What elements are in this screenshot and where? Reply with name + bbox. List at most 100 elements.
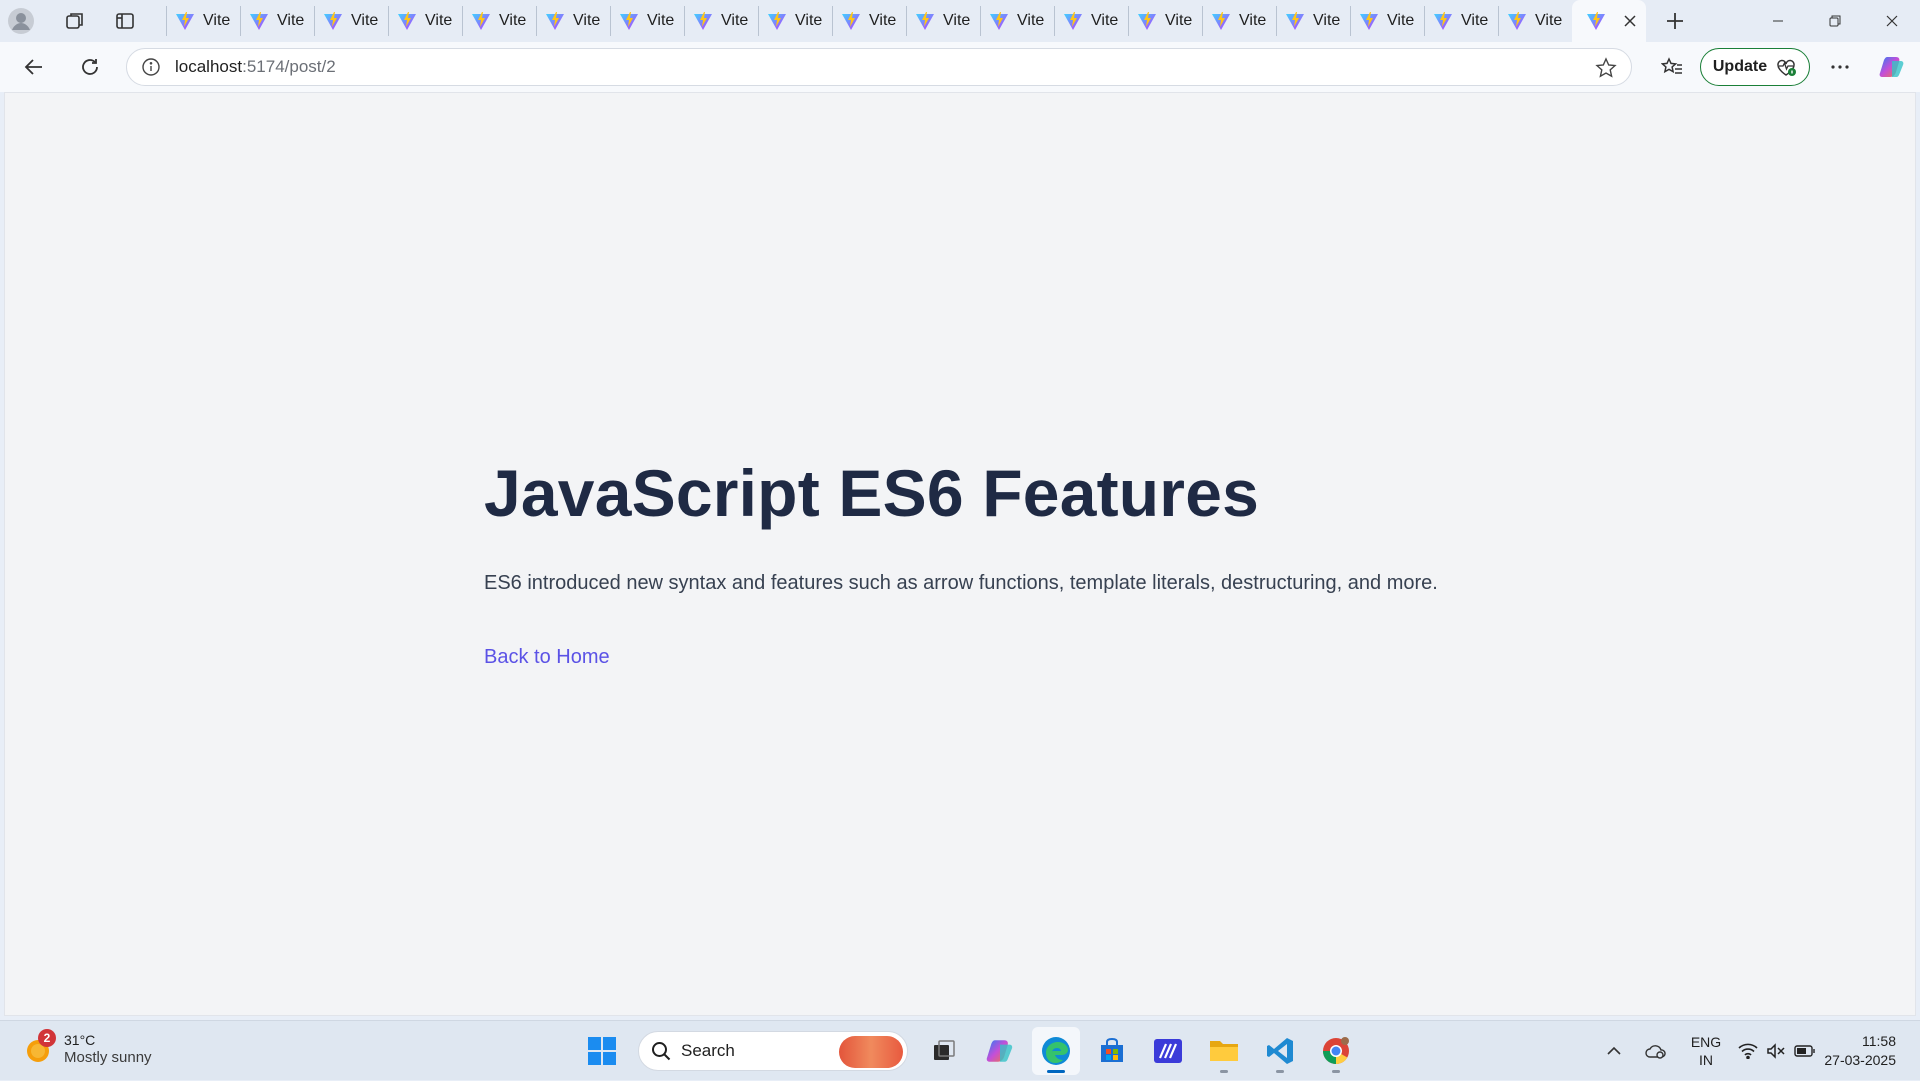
- weather-text: 31°C Mostly sunny: [64, 1031, 152, 1067]
- vite-logo-icon: [175, 11, 195, 31]
- refresh-button[interactable]: [68, 47, 112, 87]
- tab-title: Vite: [795, 12, 823, 29]
- running-indicator: [1276, 1070, 1284, 1073]
- workspaces-button[interactable]: [54, 0, 96, 42]
- browser-tab[interactable]: Vite: [1202, 6, 1276, 36]
- minimize-button[interactable]: [1749, 0, 1806, 42]
- browser-tab[interactable]: Vite: [240, 6, 314, 36]
- favorites-list-icon: [1661, 57, 1682, 74]
- active-indicator: [1047, 1070, 1065, 1073]
- language-indicator[interactable]: ENG IN: [1678, 1021, 1734, 1081]
- browser-tab[interactable]: Vite: [1498, 6, 1572, 36]
- site-info-button[interactable]: [127, 57, 175, 77]
- restore-button[interactable]: [1806, 0, 1863, 42]
- show-hidden-icons-button[interactable]: [1594, 1021, 1634, 1081]
- copilot-button[interactable]: [1870, 47, 1914, 87]
- vite-logo-icon: [1211, 11, 1231, 31]
- onedrive-button[interactable]: [1634, 1021, 1678, 1081]
- vscode-taskbar-button[interactable]: [1256, 1027, 1304, 1075]
- browser-tab[interactable]: Vite: [906, 6, 980, 36]
- cloud-sync-icon: [1645, 1045, 1666, 1059]
- browser-tab-active[interactable]: [1572, 0, 1646, 42]
- favorites-button[interactable]: [1650, 47, 1694, 87]
- taskbar-search[interactable]: Search: [638, 1031, 908, 1071]
- tab-title: Vite: [721, 12, 749, 29]
- browser-tab[interactable]: Vite: [980, 6, 1054, 36]
- tab-title: Vite: [1091, 12, 1119, 29]
- store-taskbar-button[interactable]: [1088, 1027, 1136, 1075]
- tab-actions-button[interactable]: [104, 0, 146, 42]
- tab-title: Vite: [1165, 12, 1193, 29]
- vite-logo-icon: [545, 11, 565, 31]
- vite-logo-icon: [1507, 11, 1527, 31]
- close-window-button[interactable]: [1863, 0, 1920, 42]
- browser-tab[interactable]: Vite: [388, 6, 462, 36]
- browser-toolbar: localhost:5174/post/2 Update: [0, 42, 1920, 92]
- copilot-taskbar-button[interactable]: [976, 1027, 1024, 1075]
- vite-logo-icon: [1285, 11, 1305, 31]
- new-tab-button[interactable]: [1654, 0, 1696, 42]
- vite-logo-icon: [693, 11, 713, 31]
- tab-title: Vite: [351, 12, 379, 29]
- browser-tab[interactable]: Vite: [166, 6, 240, 36]
- browser-tab[interactable]: Vite: [832, 6, 906, 36]
- windows-taskbar: 2 31°C Mostly sunny Search ENG IN 11:58 …: [0, 1020, 1920, 1080]
- chevron-up-icon: [1607, 1046, 1621, 1055]
- favorite-star-button[interactable]: [1595, 57, 1617, 84]
- weather-widget[interactable]: 2 31°C Mostly sunny: [24, 1029, 152, 1067]
- tab-title: Vite: [277, 12, 305, 29]
- start-button[interactable]: [578, 1027, 626, 1075]
- file-explorer-taskbar-button[interactable]: [1200, 1027, 1248, 1075]
- clock[interactable]: 11:58 27-03-2025: [1820, 1021, 1920, 1081]
- post-body: ES6 introduced new syntax and features s…: [484, 572, 1438, 594]
- edge-taskbar-button[interactable]: [1032, 1027, 1080, 1075]
- browser-tab[interactable]: Vite: [462, 6, 536, 36]
- tab-title: Vite: [1387, 12, 1415, 29]
- browser-tab[interactable]: Vite: [684, 6, 758, 36]
- search-placeholder: Search: [681, 1041, 735, 1060]
- arrow-left-icon: [24, 59, 42, 75]
- windows-logo-icon: [588, 1037, 616, 1065]
- chrome-taskbar-button[interactable]: [1312, 1027, 1360, 1075]
- weather-badge: 2: [38, 1029, 56, 1047]
- plus-icon: [1667, 13, 1683, 29]
- page-viewport: JavaScript ES6 Features ES6 introduced n…: [4, 92, 1916, 1016]
- wifi-icon: [1738, 1043, 1758, 1059]
- more-options-button[interactable]: [1818, 47, 1862, 87]
- browser-tab[interactable]: Vite: [1276, 6, 1350, 36]
- close-tab-button[interactable]: [1624, 15, 1636, 27]
- profile-icon: [8, 8, 34, 34]
- info-icon: [142, 58, 160, 76]
- back-to-home-link[interactable]: Back to Home: [484, 643, 610, 671]
- tab-strip: Vite Vite Vite Vite Vite Vite Vite Vite Vite Vite…: [0, 0, 1920, 42]
- update-button[interactable]: Update: [1700, 48, 1810, 86]
- quick-settings-button[interactable]: [1734, 1021, 1820, 1081]
- browser-tab[interactable]: Vite: [758, 6, 832, 36]
- browser-tab[interactable]: Vite: [536, 6, 610, 36]
- vite-logo-icon: [1433, 11, 1453, 31]
- profile-button[interactable]: [0, 0, 42, 42]
- weather-sun-icon: 2: [24, 1029, 56, 1065]
- task-view-button[interactable]: [920, 1027, 968, 1075]
- workspaces-icon: [66, 13, 83, 29]
- browser-tab[interactable]: Vite: [1424, 6, 1498, 36]
- search-highlight-icon: [839, 1036, 903, 1068]
- running-indicator: [1332, 1070, 1340, 1073]
- browser-tab[interactable]: Vite: [314, 6, 388, 36]
- code-app-icon: [1154, 1039, 1182, 1063]
- back-button[interactable]: [12, 47, 56, 87]
- browser-tab[interactable]: Vite: [1128, 6, 1202, 36]
- app-taskbar-button[interactable]: [1144, 1027, 1192, 1075]
- browser-tab[interactable]: Vite: [1350, 6, 1424, 36]
- url-text[interactable]: localhost:5174/post/2: [175, 57, 336, 77]
- tab-title: Vite: [203, 12, 231, 29]
- weather-temperature: 31°C: [64, 1032, 96, 1048]
- browser-tab[interactable]: Vite: [610, 6, 684, 36]
- post-title: JavaScript ES6 Features: [484, 456, 1260, 530]
- browser-tab[interactable]: Vite: [1054, 6, 1128, 36]
- address-bar[interactable]: localhost:5174/post/2: [126, 48, 1632, 86]
- vite-logo-icon: [249, 11, 269, 31]
- language-code: ENG: [1690, 1034, 1722, 1050]
- microsoft-store-icon: [1101, 1037, 1123, 1062]
- vite-logo-icon: [841, 11, 861, 31]
